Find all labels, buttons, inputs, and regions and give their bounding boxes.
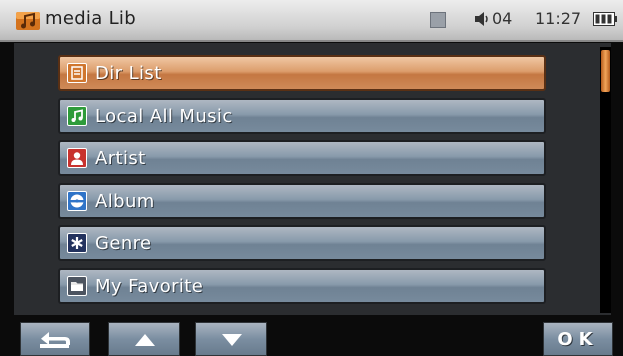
list-icon bbox=[67, 63, 87, 83]
storage-icon bbox=[430, 12, 446, 28]
down-arrow-icon bbox=[222, 334, 242, 346]
asterisk-icon bbox=[67, 233, 87, 253]
menu-item-label: Artist bbox=[95, 148, 146, 169]
up-arrow-icon bbox=[135, 334, 155, 346]
menu-item-dir-list[interactable]: Dir List bbox=[58, 55, 546, 91]
clock: 11:27 bbox=[535, 9, 582, 28]
person-icon bbox=[67, 148, 87, 168]
app-title: media Lib bbox=[45, 8, 136, 29]
disc-icon bbox=[67, 191, 87, 211]
menu-item-album[interactable]: Album bbox=[58, 183, 546, 219]
menu-item-genre[interactable]: Genre bbox=[58, 225, 546, 261]
ok-button[interactable]: OK bbox=[543, 322, 613, 356]
back-arrow-icon bbox=[40, 332, 70, 348]
app-music-icon bbox=[16, 12, 40, 30]
menu-item-label: Dir List bbox=[95, 63, 162, 84]
back-button[interactable] bbox=[20, 322, 90, 356]
media-lib-screen: media Lib 04 11:27 Dir List Local All Mu… bbox=[0, 0, 623, 356]
battery-icon bbox=[593, 12, 617, 26]
media-list-panel: Dir List Local All Music Artist Album Ge… bbox=[14, 43, 611, 315]
folder-icon bbox=[67, 276, 87, 296]
menu-item-local-all-music[interactable]: Local All Music bbox=[58, 98, 546, 134]
scrollbar-thumb[interactable] bbox=[601, 50, 610, 92]
menu-item-label: Local All Music bbox=[95, 106, 233, 127]
menu-item-label: Album bbox=[95, 191, 155, 212]
menu-item-artist[interactable]: Artist bbox=[58, 140, 546, 176]
scroll-up-button[interactable] bbox=[108, 322, 180, 356]
scrollbar[interactable] bbox=[600, 47, 611, 313]
menu-item-label: Genre bbox=[95, 233, 152, 254]
menu-item-label: My Favorite bbox=[95, 276, 204, 297]
music-note-icon bbox=[67, 106, 87, 126]
status-bar: media Lib 04 11:27 bbox=[0, 0, 623, 42]
scroll-down-button[interactable] bbox=[195, 322, 267, 356]
ok-button-label: OK bbox=[557, 329, 599, 350]
menu-item-my-favorite[interactable]: My Favorite bbox=[58, 268, 546, 304]
volume-level: 04 bbox=[492, 9, 513, 28]
volume-icon bbox=[475, 12, 488, 26]
